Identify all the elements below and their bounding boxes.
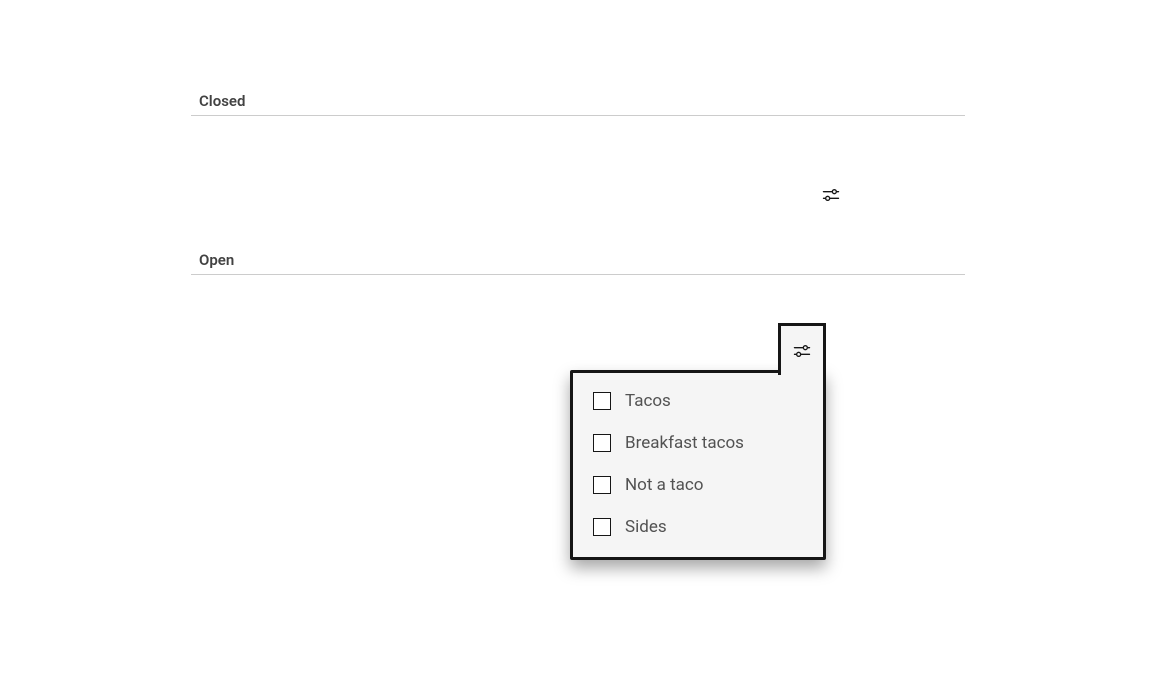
- section-label-closed: Closed: [199, 92, 245, 110]
- filter-option-label: Not a taco: [625, 475, 703, 495]
- filter-option-label: Tacos: [625, 391, 671, 411]
- filter-option-sides[interactable]: Sides: [593, 517, 799, 537]
- filter-option-label: Breakfast tacos: [625, 433, 744, 453]
- checkbox-icon: [593, 434, 611, 452]
- filter-option-not-a-taco[interactable]: Not a taco: [593, 475, 799, 495]
- checkbox-icon: [593, 392, 611, 410]
- filter-menu: Tacos Breakfast tacos Not a taco Sides: [573, 373, 823, 557]
- checkbox-icon: [593, 518, 611, 536]
- checkbox-icon: [593, 476, 611, 494]
- filter-popover: Tacos Breakfast tacos Not a taco Sides: [570, 370, 826, 560]
- section-label-open: Open: [199, 251, 234, 269]
- filter-toggle-closed[interactable]: [819, 183, 843, 207]
- filter-toggle-open[interactable]: [778, 323, 826, 375]
- section-rule-closed: [191, 115, 965, 116]
- settings-icon: [821, 185, 841, 205]
- settings-icon: [792, 341, 812, 361]
- filter-option-breakfast-tacos[interactable]: Breakfast tacos: [593, 433, 799, 453]
- section-rule-open: [191, 274, 965, 275]
- filter-option-label: Sides: [625, 517, 667, 537]
- filter-option-tacos[interactable]: Tacos: [593, 391, 799, 411]
